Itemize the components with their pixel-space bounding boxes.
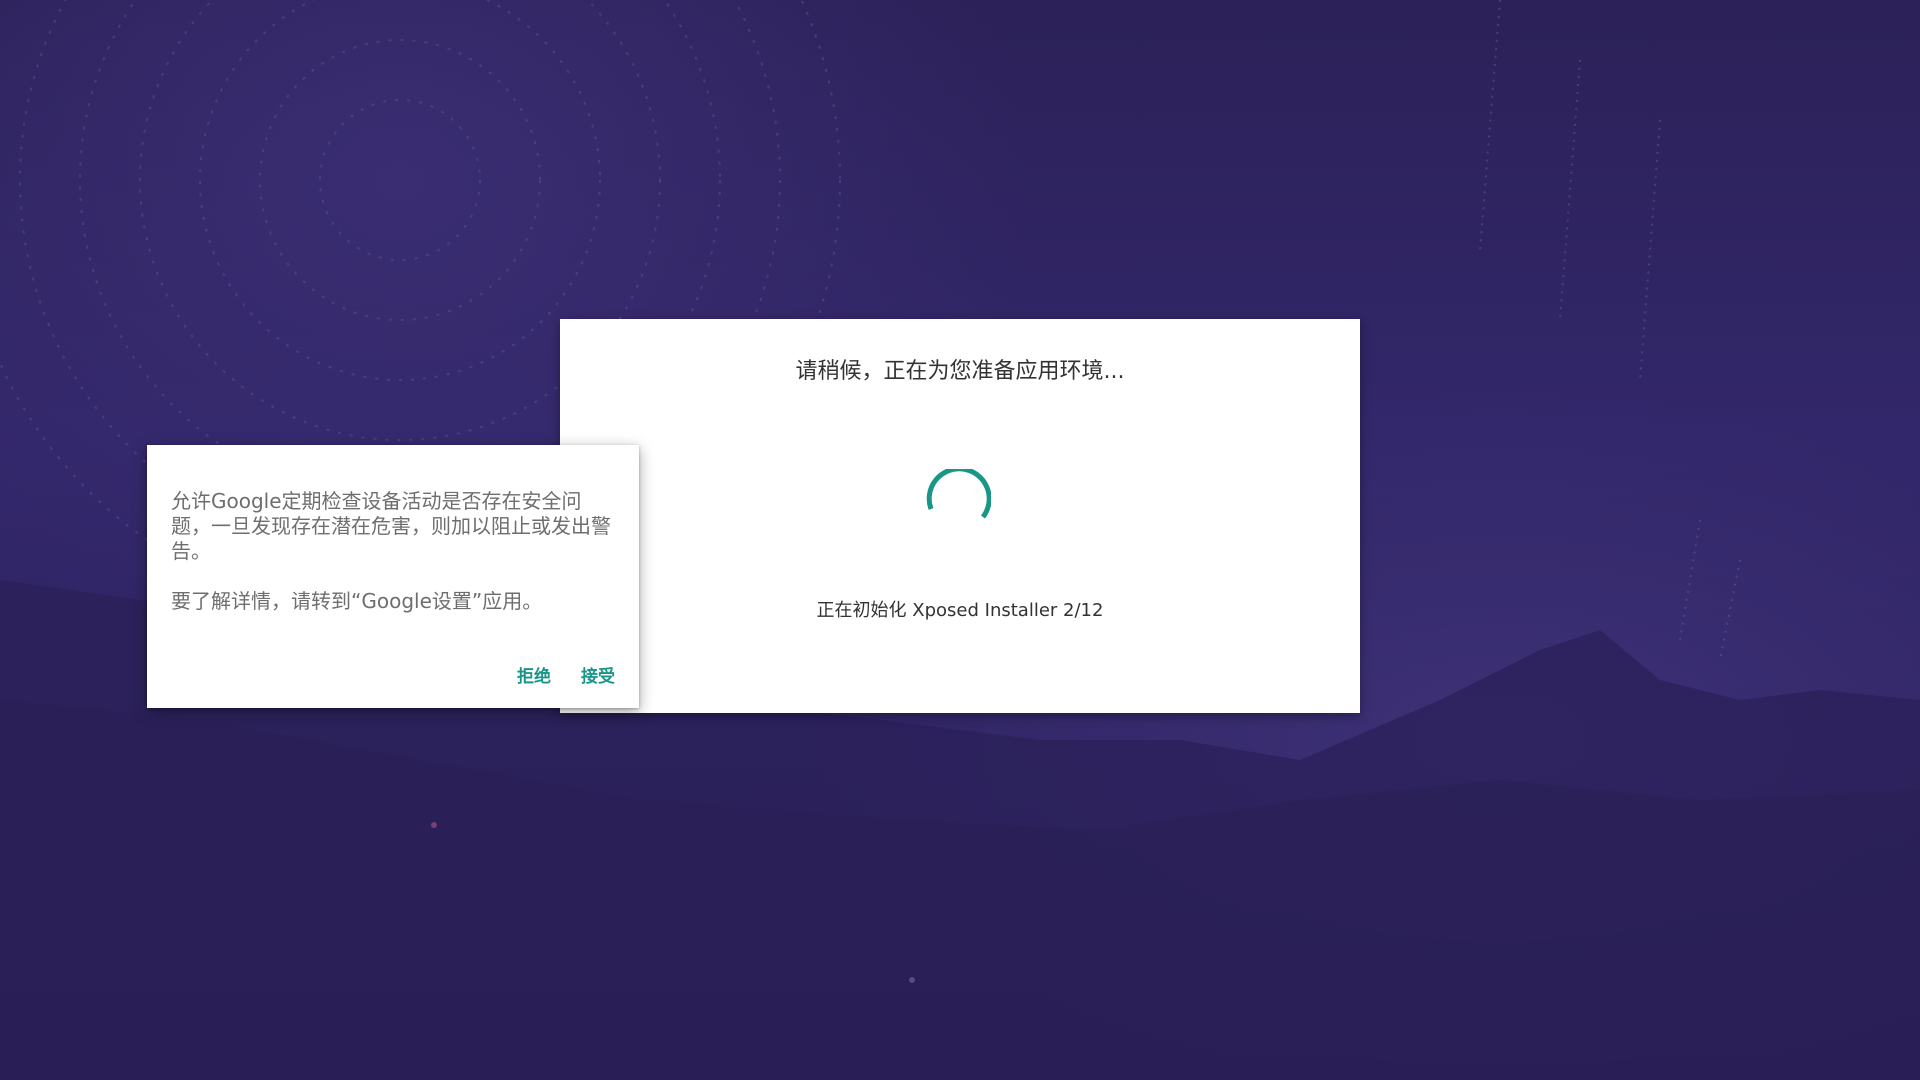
setup-status-text: 正在初始化 Xposed Installer 2/12 xyxy=(816,600,1104,621)
google-consent-dialog: 允许Google定期检查设备活动是否存在安全问题，一旦发现存在潜在危害，则加以阻… xyxy=(147,445,639,708)
decline-button[interactable]: 拒绝 xyxy=(517,662,551,687)
consent-dialog-body: 允许Google定期检查设备活动是否存在安全问题，一旦发现存在潜在危害，则加以阻… xyxy=(171,489,617,614)
setup-dialog-title: 请稍候，正在为您准备应用环境... xyxy=(795,359,1125,384)
consent-message: 允许Google定期检查设备活动是否存在安全问题，一旦发现存在潜在危害，则加以阻… xyxy=(171,489,611,563)
setup-progress-dialog: 请稍候，正在为您准备应用环境... 正在初始化 Xposed Installer… xyxy=(560,319,1360,713)
loading-spinner-icon xyxy=(926,469,991,519)
consent-detail: 要了解详情，请转到“Google设置”应用。 xyxy=(171,589,543,613)
accept-button[interactable]: 接受 xyxy=(581,662,615,687)
consent-dialog-actions: 拒绝 接受 xyxy=(517,662,615,687)
